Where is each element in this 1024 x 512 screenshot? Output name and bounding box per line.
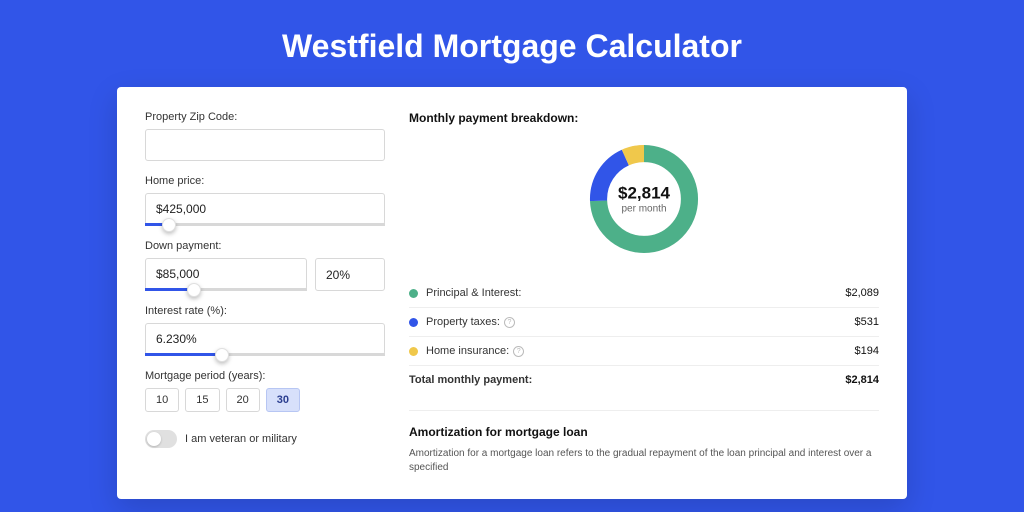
toggle-knob [147, 432, 161, 446]
home-price-label: Home price: [145, 175, 385, 187]
donut-sub: per month [618, 204, 670, 215]
legend-dot [409, 289, 418, 298]
period-btn-15[interactable]: 15 [185, 388, 219, 412]
slider-thumb[interactable] [162, 218, 176, 232]
interest-label: Interest rate (%): [145, 305, 385, 317]
form-panel: Property Zip Code: Home price: Down paym… [145, 111, 385, 475]
total-label: Total monthly payment: [409, 374, 845, 386]
field-home-price: Home price: [145, 175, 385, 226]
total-amount: $2,814 [845, 374, 879, 386]
page-title: Westfield Mortgage Calculator [0, 0, 1024, 87]
legend-amount: $531 [855, 316, 879, 328]
legend-dot [409, 347, 418, 356]
veteran-toggle-row: I am veteran or military [145, 430, 385, 448]
calculator-card: Property Zip Code: Home price: Down paym… [117, 87, 907, 499]
legend-label: Property taxes:? [426, 316, 855, 328]
legend-label: Principal & Interest: [426, 287, 845, 299]
interest-slider[interactable] [145, 353, 385, 356]
field-interest: Interest rate (%): [145, 305, 385, 356]
amortization-section: Amortization for mortgage loan Amortizat… [409, 410, 879, 475]
field-zip: Property Zip Code: [145, 111, 385, 161]
veteran-label: I am veteran or military [185, 433, 297, 445]
down-payment-pct-input[interactable] [315, 258, 385, 291]
legend-row: Home insurance:?$194 [409, 337, 879, 366]
legend-amount: $2,089 [845, 287, 879, 299]
amort-title: Amortization for mortgage loan [409, 425, 879, 439]
legend-row: Property taxes:?$531 [409, 308, 879, 337]
period-btn-20[interactable]: 20 [226, 388, 260, 412]
home-price-input[interactable] [145, 193, 385, 225]
donut-value: $2,814 [618, 184, 670, 204]
info-icon[interactable]: ? [513, 346, 524, 357]
period-label: Mortgage period (years): [145, 370, 385, 382]
field-period: Mortgage period (years): 1015 2030 [145, 370, 385, 412]
legend-amount: $194 [855, 345, 879, 357]
down-payment-slider[interactable] [145, 288, 307, 291]
breakdown-panel: Monthly payment breakdown: $2,814 per mo… [409, 111, 879, 475]
info-icon[interactable]: ? [504, 317, 515, 328]
legend-row: Principal & Interest:$2,089 [409, 279, 879, 308]
home-price-slider[interactable] [145, 223, 385, 226]
period-buttons: 1015 2030 [145, 388, 385, 412]
donut-wrap: $2,814 per month [409, 133, 879, 273]
legend: Principal & Interest:$2,089Property taxe… [409, 279, 879, 394]
zip-input[interactable] [145, 129, 385, 161]
breakdown-title: Monthly payment breakdown: [409, 111, 879, 125]
down-payment-label: Down payment: [145, 240, 385, 252]
donut-chart: $2,814 per month [584, 139, 704, 259]
zip-label: Property Zip Code: [145, 111, 385, 123]
down-payment-input[interactable] [145, 258, 307, 290]
legend-label: Home insurance:? [426, 345, 855, 357]
legend-total-row: Total monthly payment:$2,814 [409, 366, 879, 394]
period-btn-30[interactable]: 30 [266, 388, 300, 412]
field-down-payment: Down payment: [145, 240, 385, 291]
slider-thumb[interactable] [215, 348, 229, 362]
slider-thumb[interactable] [187, 283, 201, 297]
interest-input[interactable] [145, 323, 385, 355]
period-btn-10[interactable]: 10 [145, 388, 179, 412]
veteran-toggle[interactable] [145, 430, 177, 448]
amort-text: Amortization for a mortgage loan refers … [409, 447, 879, 475]
legend-dot [409, 318, 418, 327]
